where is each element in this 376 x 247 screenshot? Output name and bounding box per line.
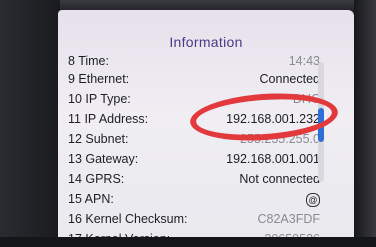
info-label: 8 Time: <box>68 54 109 68</box>
device-bezel-right <box>354 0 376 247</box>
info-row-apn[interactable]: 15 APN: @ <box>58 190 354 210</box>
info-row-gprs[interactable]: 14 GPRS: Not connected <box>58 170 354 190</box>
device-bezel-bottom <box>0 237 376 247</box>
at-icon: @ <box>306 193 320 207</box>
info-row-gateway[interactable]: 13 Gateway: 192.168.001.001 <box>58 150 354 170</box>
info-value: 14:43 <box>288 54 320 68</box>
info-label: 12 Subnet: <box>68 132 129 146</box>
info-value: Not connected <box>239 172 320 186</box>
info-label: 10 IP Type: <box>68 92 131 106</box>
info-value: C82A3FDF <box>257 212 320 226</box>
page-title: Information <box>169 34 243 50</box>
info-value: 192.168.001.001 <box>226 152 320 166</box>
info-label: 9 Ethernet: <box>68 72 130 86</box>
info-label: 15 APN: <box>68 192 114 206</box>
info-label: 11 IP Address: <box>68 112 149 126</box>
info-row-ethernet[interactable]: 9 Ethernet: Connected <box>58 70 354 90</box>
info-label: 14 GPRS: <box>68 172 125 186</box>
info-value: Connected <box>259 72 320 86</box>
info-label: 13 Gateway: <box>68 152 139 166</box>
device-bezel-left <box>0 0 60 247</box>
info-row-kernel-checksum[interactable]: 16 Kernel Checksum: C82A3FDF <box>58 210 354 230</box>
info-row-time[interactable]: 8 Time: 14:43 <box>58 52 354 72</box>
info-label: 16 Kernel Checksum: <box>68 212 188 226</box>
info-value: @ <box>306 192 320 207</box>
